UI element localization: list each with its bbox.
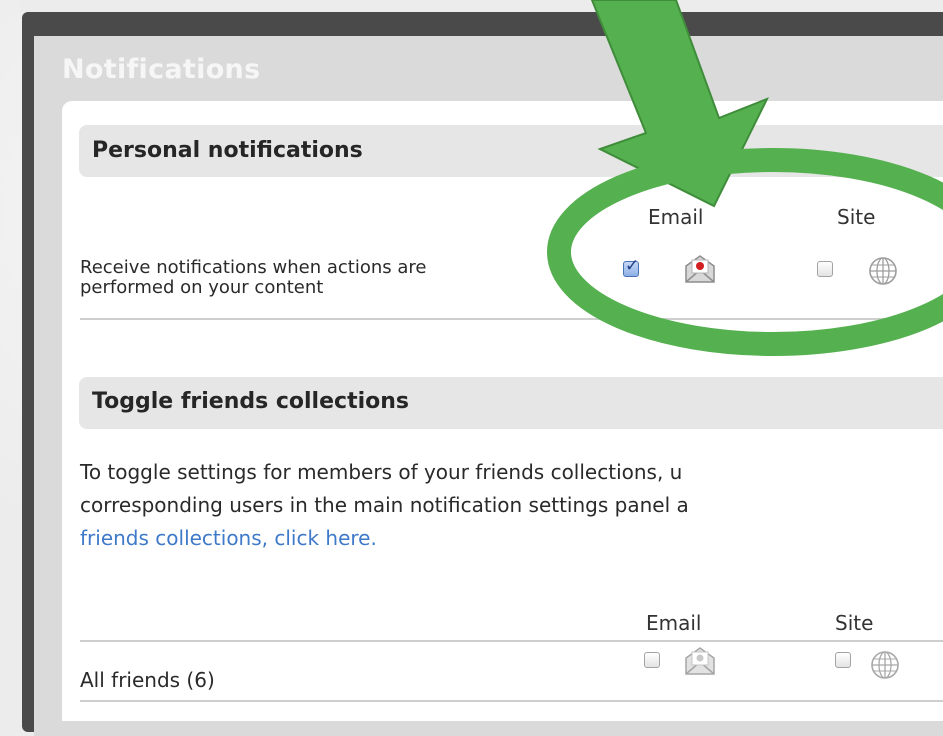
annotation-overlay — [547, 0, 943, 356]
highlight-ellipse — [547, 148, 943, 356]
